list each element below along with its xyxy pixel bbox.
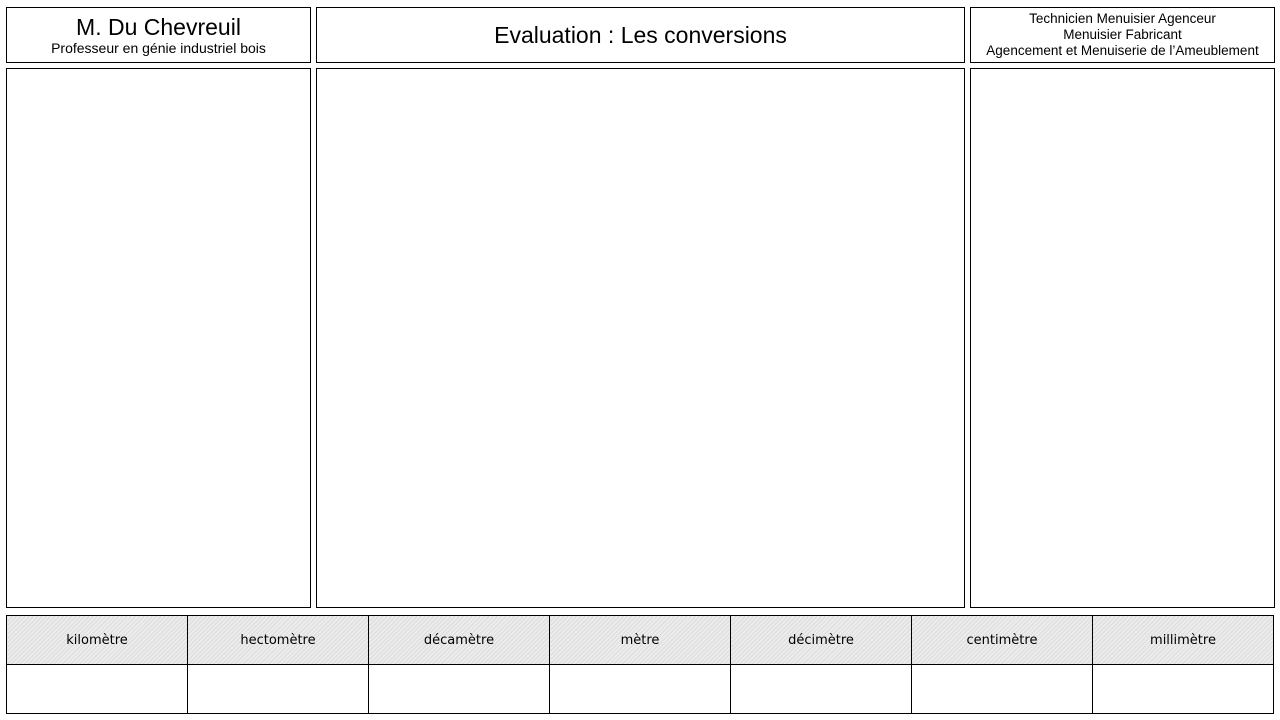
- left-content-panel: [6, 68, 311, 608]
- right-content-panel: [970, 68, 1275, 608]
- unit-header-centimetre: centimètre: [911, 615, 1093, 665]
- value-cell-decametre: [368, 664, 550, 714]
- conversion-table: kilomètre hectomètre décamètre mètre déc…: [6, 615, 1274, 714]
- unit-header-metre: mètre: [549, 615, 731, 665]
- unit-header-decimetre: décimètre: [730, 615, 912, 665]
- center-content-panel: [316, 68, 965, 608]
- value-row: [6, 664, 1274, 714]
- value-cell-millimetre: [1092, 664, 1274, 714]
- unit-header-hectometre: hectomètre: [187, 615, 369, 665]
- unit-header-kilometre: kilomètre: [6, 615, 188, 665]
- title-header-box: Evaluation : Les conversions: [316, 7, 965, 63]
- teacher-name: M. Du Chevreuil: [76, 14, 241, 40]
- course-line-3: Agencement et Menuiserie de l’Ameublemen…: [986, 43, 1259, 58]
- value-cell-centimetre: [911, 664, 1093, 714]
- value-cell-kilometre: [6, 664, 188, 714]
- course-line-1: Technicien Menuisier Agenceur: [1029, 11, 1216, 26]
- value-cell-decimetre: [730, 664, 912, 714]
- course-line-2: Menuisier Fabricant: [1063, 27, 1182, 42]
- unit-header-millimetre: millimètre: [1092, 615, 1274, 665]
- teacher-role: Professeur en génie industriel bois: [51, 40, 266, 56]
- value-cell-hectometre: [187, 664, 369, 714]
- course-header-box: Technicien Menuisier Agenceur Menuisier …: [970, 7, 1275, 63]
- value-cell-metre: [549, 664, 731, 714]
- unit-header-row: kilomètre hectomètre décamètre mètre déc…: [6, 615, 1274, 665]
- page-title: Evaluation : Les conversions: [494, 22, 787, 48]
- teacher-header-box: M. Du Chevreuil Professeur en génie indu…: [6, 7, 311, 63]
- unit-header-decametre: décamètre: [368, 615, 550, 665]
